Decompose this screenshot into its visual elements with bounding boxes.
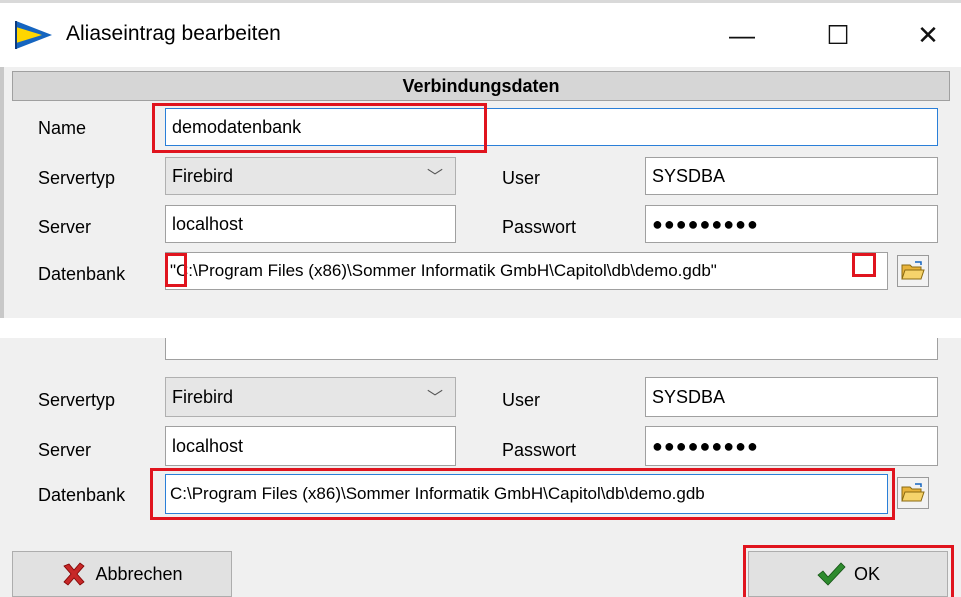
server-input[interactable]: localhost: [165, 205, 456, 243]
folder-open-icon: [901, 483, 925, 502]
browse-button-2[interactable]: [897, 477, 929, 509]
chevron-down-icon: ﹀: [426, 389, 443, 407]
servertyp-value-2: Firebird: [172, 386, 234, 407]
name-label: Name: [38, 118, 87, 138]
close-icon: ✕: [917, 19, 939, 50]
folder-open-icon: [901, 261, 925, 280]
user-input-2[interactable]: SYSDBA: [645, 377, 938, 417]
highlight-open-quote: [165, 253, 187, 287]
passwort-label-2: Passwort: [502, 440, 577, 460]
passwort-input[interactable]: ●●●●●●●●●: [645, 205, 938, 243]
red-x-icon: [63, 562, 86, 586]
highlight-name: [152, 103, 487, 153]
close-button[interactable]: ✕: [893, 3, 961, 67]
server-label-2: Server: [38, 440, 92, 460]
cancel-label: Abbrechen: [95, 563, 183, 584]
minimize-button[interactable]: —: [707, 3, 777, 67]
name-input-partial: [165, 338, 938, 360]
datenbank-label: Datenbank: [38, 264, 126, 284]
dialog-left-edge: [0, 67, 4, 318]
datenbank-input[interactable]: "C:\Program Files (x86)\Sommer Informati…: [165, 252, 888, 290]
passwort-label: Passwort: [502, 217, 577, 237]
user-input[interactable]: SYSDBA: [645, 157, 938, 195]
servertyp-select[interactable]: Firebird ﹀: [165, 157, 456, 195]
server-input-2[interactable]: localhost: [165, 426, 456, 466]
app-flag-icon: [14, 19, 54, 51]
window-title: Aliaseintrag bearbeiten: [66, 22, 281, 45]
section-title: Verbindungsdaten: [402, 75, 560, 96]
maximize-button[interactable]: ☐: [803, 3, 873, 67]
maximize-icon: ☐: [826, 19, 850, 50]
image-gap: [0, 318, 961, 338]
servertyp-label: Servertyp: [38, 168, 116, 188]
section-header: Verbindungsdaten: [12, 71, 950, 101]
user-label-2: User: [502, 390, 541, 410]
user-label: User: [502, 168, 541, 188]
servertyp-label-2: Servertyp: [38, 390, 116, 410]
datenbank-label-2: Datenbank: [38, 485, 126, 505]
cancel-button[interactable]: Abbrechen: [12, 551, 232, 597]
servertyp-select-2[interactable]: Firebird ﹀: [165, 377, 456, 417]
highlight-datenbank: [150, 468, 895, 520]
servertyp-value: Firebird: [172, 165, 234, 186]
highlight-ok: [743, 545, 954, 597]
server-label: Server: [38, 217, 92, 237]
browse-button[interactable]: [897, 255, 929, 287]
chevron-down-icon: ﹀: [426, 168, 443, 186]
minimize-icon: —: [729, 19, 755, 50]
highlight-close-quote: [852, 253, 876, 277]
passwort-input-2[interactable]: ●●●●●●●●●: [645, 426, 938, 466]
